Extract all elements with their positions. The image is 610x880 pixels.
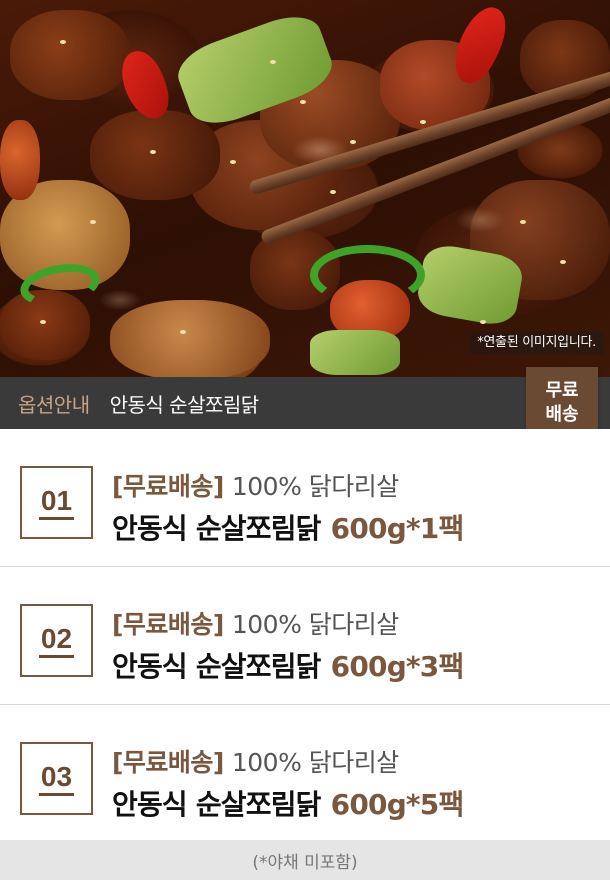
free-shipping-tag: [무료배송] [112,610,224,639]
option-number: 03 [38,761,75,796]
option-quantity: 600g*5팩 [330,788,465,821]
badge-line-1: 무료 [545,379,579,401]
option-quantity: 600g*3팩 [330,650,465,683]
option-product-name: 안동식 순살쪼림닭 [112,512,321,545]
option-subtitle: [무료배송] 100% 닭다리살 [112,605,399,641]
option-item-02[interactable]: 02 [무료배송] 100% 닭다리살 안동식 순살쪼림닭 600g*3팩 [0,567,610,705]
hero-food-image: *연출된 이미지입니다. [0,0,610,377]
vegetables-excluded-note: (*야채 미포함) [0,840,610,880]
option-description: 100% 닭다리살 [231,610,399,639]
free-shipping-badge: 무료 배송 [526,367,598,438]
free-shipping-tag: [무료배송] [112,748,224,777]
option-guide-bar: 옵션안내 안동식 순살쪼림닭 [0,377,610,429]
option-subtitle: [무료배송] 100% 닭다리살 [112,743,399,779]
option-title: 안동식 순살쪼림닭 600g*1팩 [112,507,465,547]
option-guide-label: 옵션안내 [18,392,90,417]
option-description: 100% 닭다리살 [231,472,399,501]
option-list: 01 [무료배송] 100% 닭다리살 안동식 순살쪼림닭 600g*1팩 02 [… [0,429,610,843]
option-product-name: 안동식 순살쪼림닭 [112,650,321,683]
option-number-box: 02 [20,604,93,677]
option-title: 안동식 순살쪼림닭 600g*3팩 [112,645,465,685]
option-product-name: 안동식 순살쪼림닭 [109,392,260,417]
option-number: 01 [38,485,75,520]
option-number-box: 03 [20,742,93,815]
option-number-box: 01 [20,466,93,539]
option-title: 안동식 순살쪼림닭 600g*5팩 [112,783,465,823]
free-shipping-tag: [무료배송] [112,472,224,501]
option-number: 02 [38,623,75,658]
option-item-01[interactable]: 01 [무료배송] 100% 닭다리살 안동식 순살쪼림닭 600g*1팩 [0,429,610,567]
option-subtitle: [무료배송] 100% 닭다리살 [112,467,399,503]
option-quantity: 600g*1팩 [330,512,465,545]
option-item-03[interactable]: 03 [무료배송] 100% 닭다리살 안동식 순살쪼림닭 600g*5팩 [0,705,610,843]
option-description: 100% 닭다리살 [231,748,399,777]
badge-line-2: 배송 [545,403,579,425]
staged-image-note: *연출된 이미지입니다. [469,332,604,354]
option-product-name: 안동식 순살쪼림닭 [112,788,321,821]
